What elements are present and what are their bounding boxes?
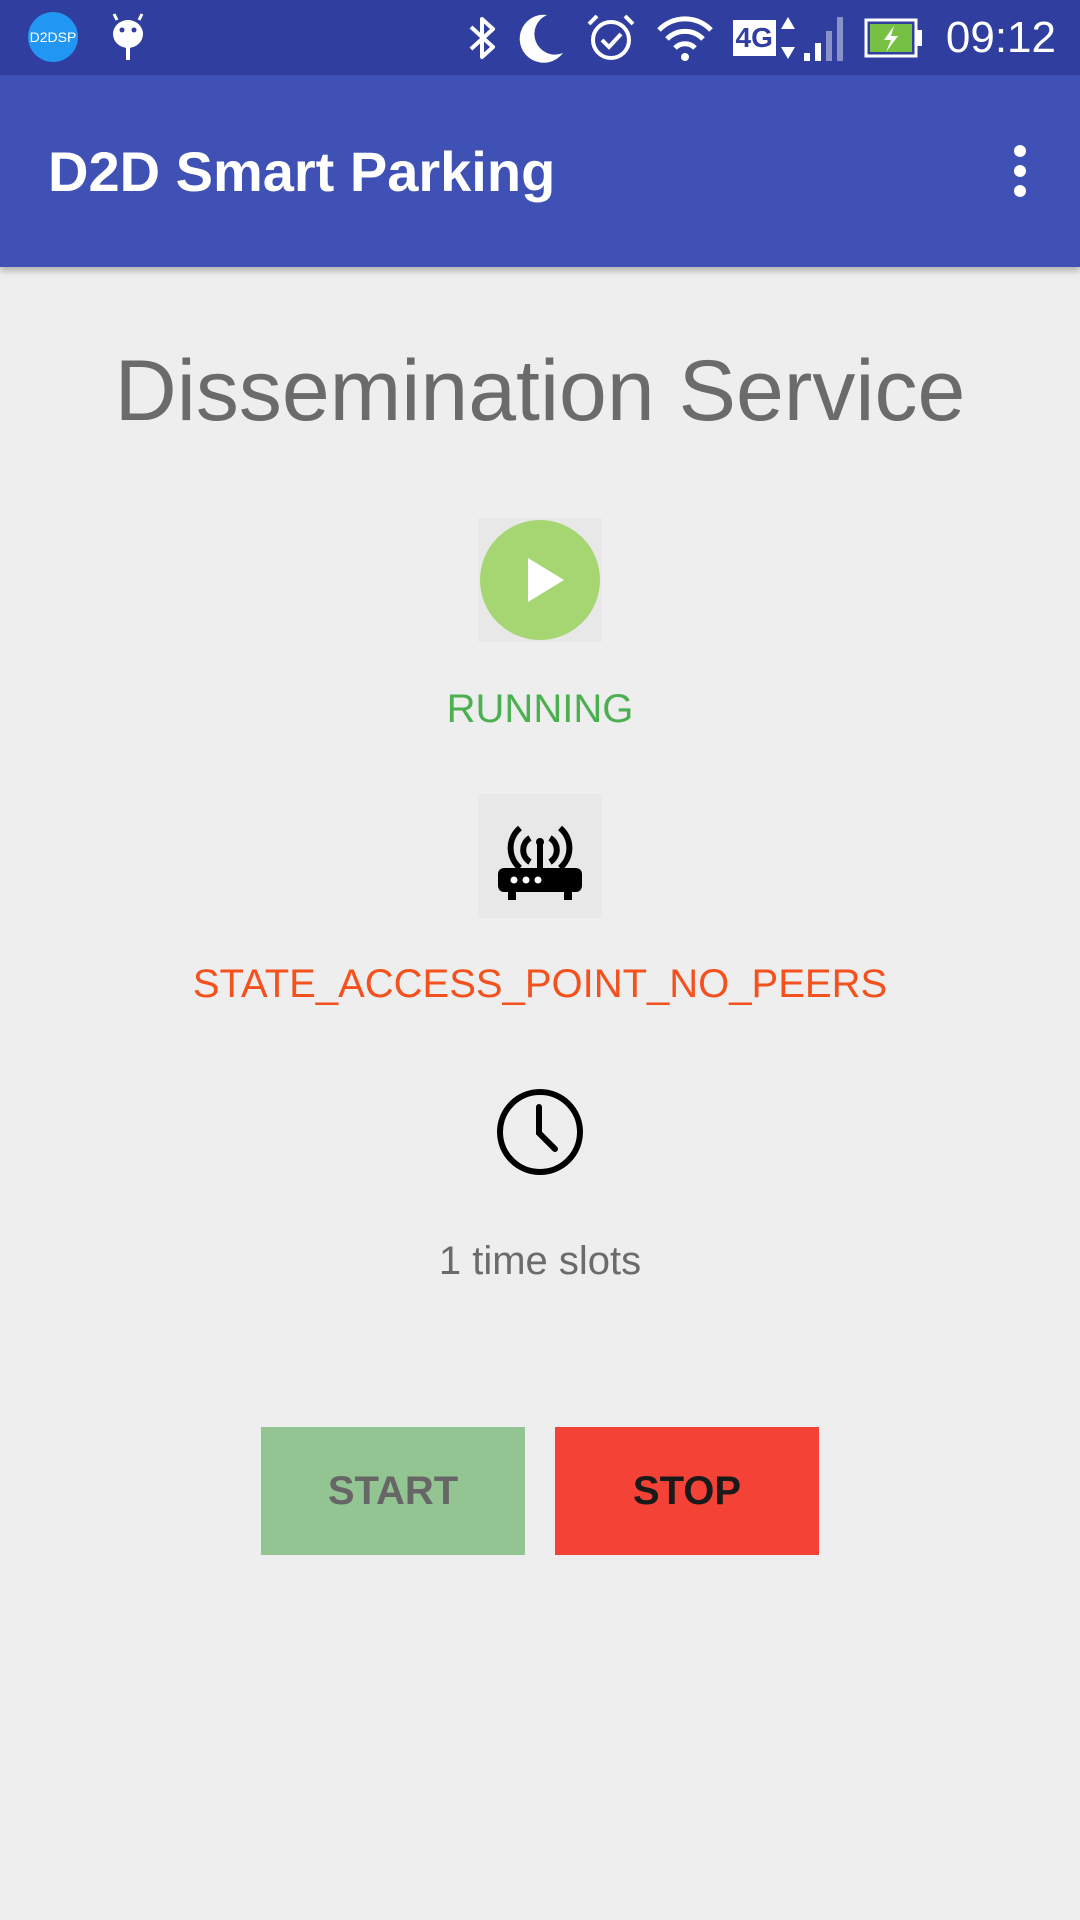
d2dsp-app-icon: D2DSP [28, 12, 78, 62]
timer-status-icon [478, 1070, 602, 1194]
router-icon [498, 825, 582, 900]
clock: 09:12 [945, 13, 1056, 62]
connection-state-text: STATE_ACCESS_POINT_NO_PEERS [192, 962, 888, 1006]
signal-icon [803, 17, 843, 61]
time-slots-text: 1 time slots [438, 1239, 642, 1283]
do-not-disturb-moon-icon [519, 14, 563, 63]
bluetooth-icon [469, 17, 495, 59]
service-status-icon [478, 518, 602, 642]
router-status-icon [478, 794, 602, 918]
play-icon [480, 520, 600, 640]
stop-button[interactable]: STOP [555, 1427, 819, 1555]
network-type-badge: 4G [732, 20, 776, 56]
service-status-text: RUNNING [446, 687, 634, 731]
data-arrows-icon [780, 17, 795, 59]
android-debug-icon [112, 13, 144, 60]
battery-charging-icon [864, 18, 922, 58]
alarm-icon [587, 14, 634, 60]
app-title: D2D Smart Parking [48, 139, 556, 203]
app-bar: D2D Smart Parking [0, 75, 1080, 267]
start-button[interactable]: START [261, 1427, 525, 1555]
wifi-icon [656, 16, 713, 61]
clock-icon [497, 1089, 583, 1175]
page-title: Dissemination Service [114, 343, 966, 439]
status-bar: D2DSP 4G 09:12 [0, 0, 1080, 75]
overflow-menu-button[interactable] [990, 131, 1050, 211]
more-vert-icon [1014, 145, 1026, 197]
